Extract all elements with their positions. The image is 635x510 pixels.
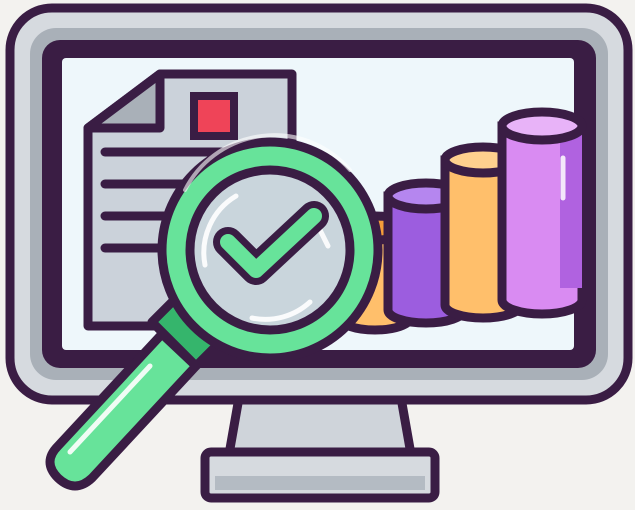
- document-stamp: [190, 92, 238, 140]
- monitor-stand: [200, 387, 440, 503]
- monitor-report-illustration: [5, 3, 633, 503]
- bar-4: [497, 107, 587, 319]
- illustration: [0, 0, 635, 510]
